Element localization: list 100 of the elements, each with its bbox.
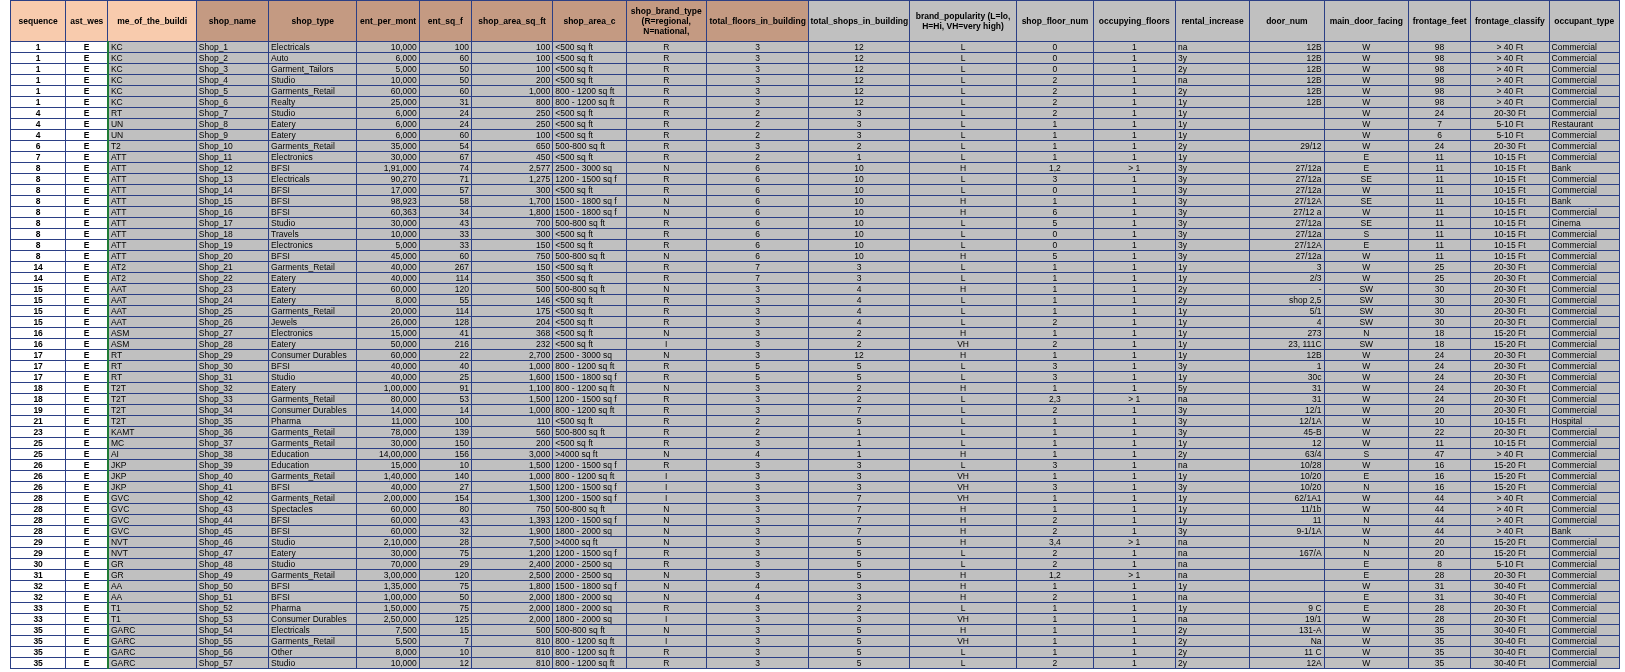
table-cell: 800 - 1200 sq ft (555, 636, 615, 646)
table-cell: N (663, 163, 670, 173)
table-cell: 3 (755, 97, 761, 107)
table-cell: 74 (459, 163, 469, 173)
table-cell: 24 (1434, 350, 1445, 360)
table-cell: E (83, 174, 90, 184)
table-cell: Eatery (271, 295, 296, 305)
table-cell: 800 - 1200 sq ft (555, 361, 615, 371)
table-cell: L (960, 240, 966, 250)
table-cell: 1,00,000 (383, 383, 417, 393)
table-cell: 10-15 Ft (1494, 229, 1526, 239)
table-cell: R (663, 317, 670, 327)
table-cell: Bank (1551, 196, 1571, 206)
table-cell: <500 sq ft (555, 108, 593, 118)
table-cell: 1 (1131, 328, 1137, 338)
table-cell: 15,000 (390, 328, 417, 338)
table-cell: W (1362, 262, 1371, 272)
table-cell: 0 (1052, 64, 1058, 74)
table-cell: 1500 - 1800 sq f (555, 207, 617, 217)
table-cell: 2y (1177, 625, 1187, 635)
table-cell: 114 (455, 306, 469, 316)
table-cell: 8 (35, 218, 41, 228)
table-cell: 1500 - 1800 sq f (555, 196, 617, 206)
table-cell: W (1362, 86, 1371, 96)
table-cell: Travels (271, 229, 299, 239)
table-cell: 10 (854, 207, 864, 217)
table-cell: Shop_11 (198, 152, 233, 162)
table-cell: 3 (856, 482, 862, 492)
table-cell: Studio (271, 559, 296, 569)
table-cell: Shop_2 (198, 53, 229, 63)
table-cell: Eatery (271, 383, 296, 393)
table-cell: W (1362, 460, 1371, 470)
table-cell: 15-20 Ft (1494, 482, 1526, 492)
table-cell: Shop_42 (198, 493, 233, 503)
table-cell: 1 (1131, 207, 1137, 217)
table-cell: 500 (536, 625, 551, 635)
table-cell: 16 (1434, 482, 1445, 492)
table-cell: 1 (1131, 185, 1137, 195)
table-cell: <500 sq ft (555, 240, 593, 250)
table-cell: 27/12a (1295, 174, 1322, 184)
table-cell: 800 - 1200 sq ft (555, 97, 615, 107)
table-cell: L (960, 141, 966, 151)
table-cell: 3y (1177, 405, 1187, 415)
table-cell: 10,000 (390, 229, 417, 239)
table-cell: 216 (454, 339, 469, 349)
table-cell: W (1362, 625, 1371, 635)
table-cell: 1,000 (529, 361, 551, 371)
table-cell: 35 (33, 647, 43, 657)
table-cell: L (960, 361, 966, 371)
table-cell: 6 (755, 185, 761, 195)
table-cell: 5 (1052, 251, 1058, 261)
table-cell: H (959, 383, 967, 393)
table-cell: E (83, 603, 90, 613)
table-cell: Electricals (271, 625, 310, 635)
table-cell: 57 (459, 185, 469, 195)
table-cell: I (665, 482, 668, 492)
table-cell: 40,000 (390, 482, 417, 492)
table-cell: 139 (454, 427, 469, 437)
table-cell: 11 (1435, 196, 1444, 206)
table-cell: 20,000 (390, 306, 417, 316)
table-cell: E (1363, 163, 1370, 173)
table-cell: 44 (1434, 493, 1445, 503)
table-cell: 10-15 Ft (1494, 196, 1526, 206)
table-cell: 35 (1434, 658, 1445, 668)
table-cell: 1 (35, 86, 41, 96)
table-cell: 20 (1434, 548, 1445, 558)
table-cell: 7,500 (395, 625, 417, 635)
table-cell: 18 (33, 383, 43, 393)
table-cell: 1 (1131, 295, 1137, 305)
column-header: sequence (10, 0, 66, 42)
table-cell: 1 (1131, 449, 1137, 459)
table-cell: 1 (1131, 229, 1137, 239)
table-cell: 3y (1177, 185, 1187, 195)
table-cell: 1 (1131, 196, 1137, 206)
table-cell: 1 (1131, 317, 1137, 327)
table-cell: 1 (1131, 636, 1137, 646)
table-cell: 15,000 (390, 460, 417, 470)
table-cell: 29/12 (1300, 141, 1322, 151)
table-cell: 5,500 (395, 636, 417, 646)
table-cell: 20 (1434, 405, 1445, 415)
table-cell: 114 (455, 273, 469, 283)
table-cell: 32 (33, 592, 43, 602)
table-cell: 11 (1435, 218, 1444, 228)
table-cell: AAT (110, 306, 127, 316)
table-cell: Commercial (1551, 328, 1597, 338)
table-cell: 0 (1052, 185, 1058, 195)
table-cell: Shop_10 (198, 141, 233, 151)
table-cell: 560 (536, 427, 551, 437)
table-cell: T1 (110, 603, 121, 613)
table-cell: 2 (1052, 559, 1058, 569)
table-cell: Commercial (1551, 75, 1597, 85)
table-cell: NVT (110, 537, 128, 547)
table-cell: KAMT (110, 427, 135, 437)
table-cell: 1,300 (529, 493, 551, 503)
table-cell: AA (110, 592, 123, 602)
table-cell: > 1 (1128, 570, 1141, 580)
table-cell: 28 (33, 515, 43, 525)
table-cell: 33 (33, 603, 43, 613)
table-cell: 1 (1131, 174, 1137, 184)
table-cell: 3y (1177, 229, 1187, 239)
